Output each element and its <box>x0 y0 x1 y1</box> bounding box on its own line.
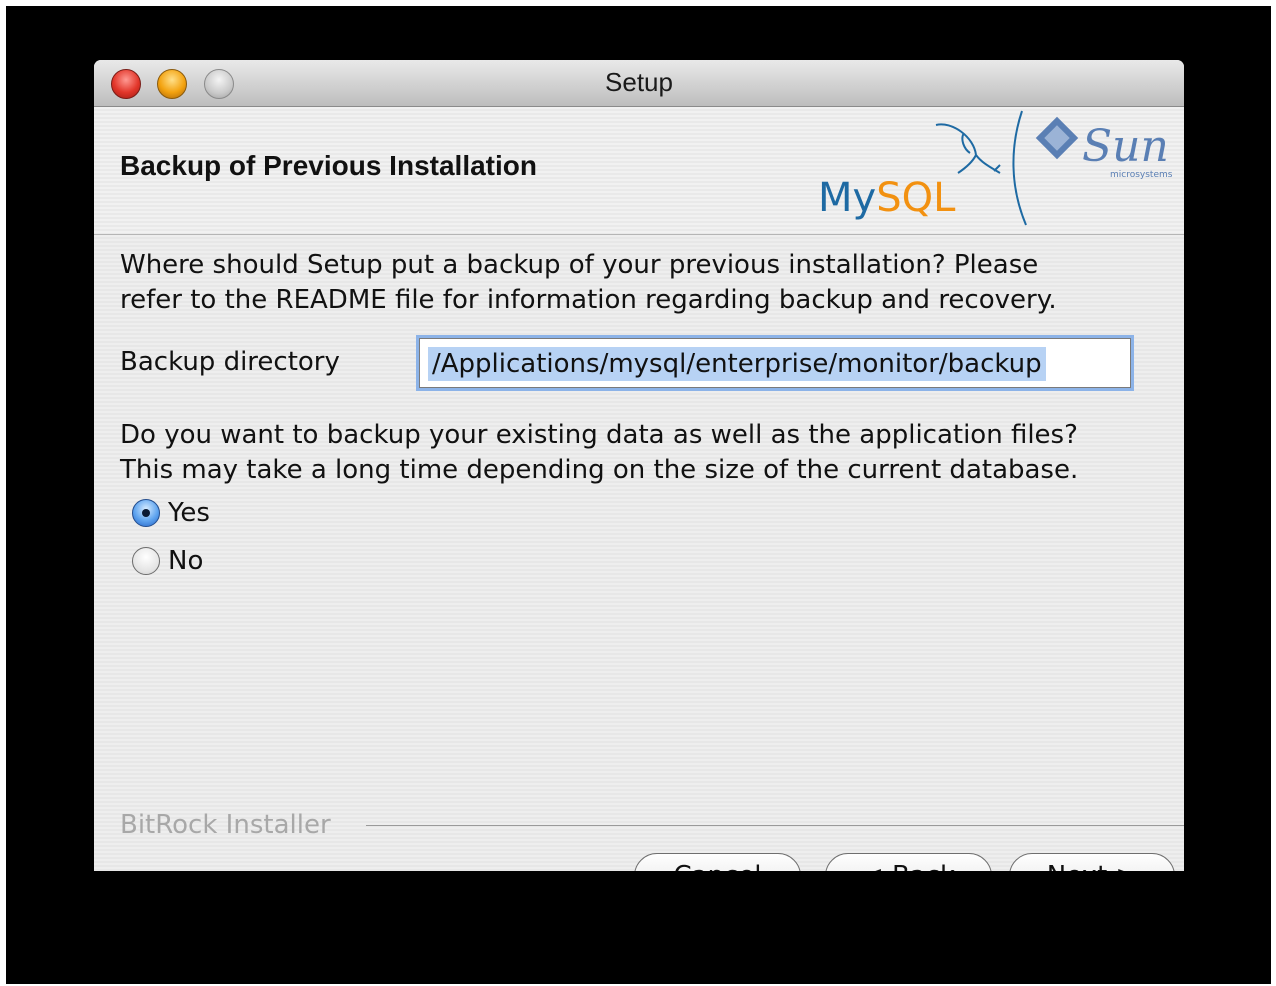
mysql-sun-logo: MySQL Sun microsystems <box>818 110 1173 226</box>
radio-no[interactable] <box>132 547 160 575</box>
intro-text: Where should Setup put a backup of your … <box>120 248 1057 318</box>
radio-option-yes[interactable]: Yes <box>132 498 210 528</box>
title-bar[interactable]: Setup <box>94 60 1184 107</box>
installer-brand: BitRock Installer <box>120 810 331 840</box>
intro-line-1: Where should Setup put a backup of your … <box>120 250 1039 280</box>
question-line-2: This may take a long time depending on t… <box>120 455 1079 485</box>
window-title: Setup <box>605 67 673 97</box>
dolphin-icon <box>935 123 1001 174</box>
page-title: Backup of Previous Installation <box>120 150 537 181</box>
sun-wordmark: Sun <box>1082 121 1169 172</box>
sun-subtitle: microsystems <box>1110 170 1173 180</box>
mysql-sql: SQL <box>876 175 956 221</box>
radio-option-no[interactable]: No <box>132 546 203 576</box>
mysql-wordmark: MySQL <box>818 175 956 221</box>
radio-yes[interactable] <box>132 499 160 527</box>
radio-no-label: No <box>168 546 204 576</box>
sun-diamond-icon <box>1035 116 1079 160</box>
footer-divider <box>366 825 1184 826</box>
page-header: Backup of Previous Installation MySQL Su… <box>94 107 1184 235</box>
backup-directory-label: Backup directory <box>120 347 340 377</box>
intro-line-2: refer to the README file for information… <box>120 285 1057 315</box>
setup-window: Setup Backup of Previous Installation My… <box>94 60 1184 871</box>
backup-directory-value: /Applications/mysql/enterprise/monitor/b… <box>428 347 1046 381</box>
vendor-logos: MySQL Sun microsystems <box>814 107 1184 234</box>
backup-directory-input[interactable]: /Applications/mysql/enterprise/monitor/b… <box>419 338 1131 388</box>
logo-divider <box>1012 110 1027 226</box>
cancel-button[interactable]: Cancel <box>634 853 801 871</box>
mysql-my: My <box>818 175 876 221</box>
radio-yes-label: Yes <box>168 498 210 528</box>
question-text: Do you want to backup your existing data… <box>120 418 1078 488</box>
content-area: Where should Setup put a backup of your … <box>94 235 1184 871</box>
question-line-1: Do you want to backup your existing data… <box>120 420 1078 450</box>
next-button[interactable]: Next > <box>1009 853 1175 871</box>
back-button[interactable]: < Back <box>825 853 992 871</box>
